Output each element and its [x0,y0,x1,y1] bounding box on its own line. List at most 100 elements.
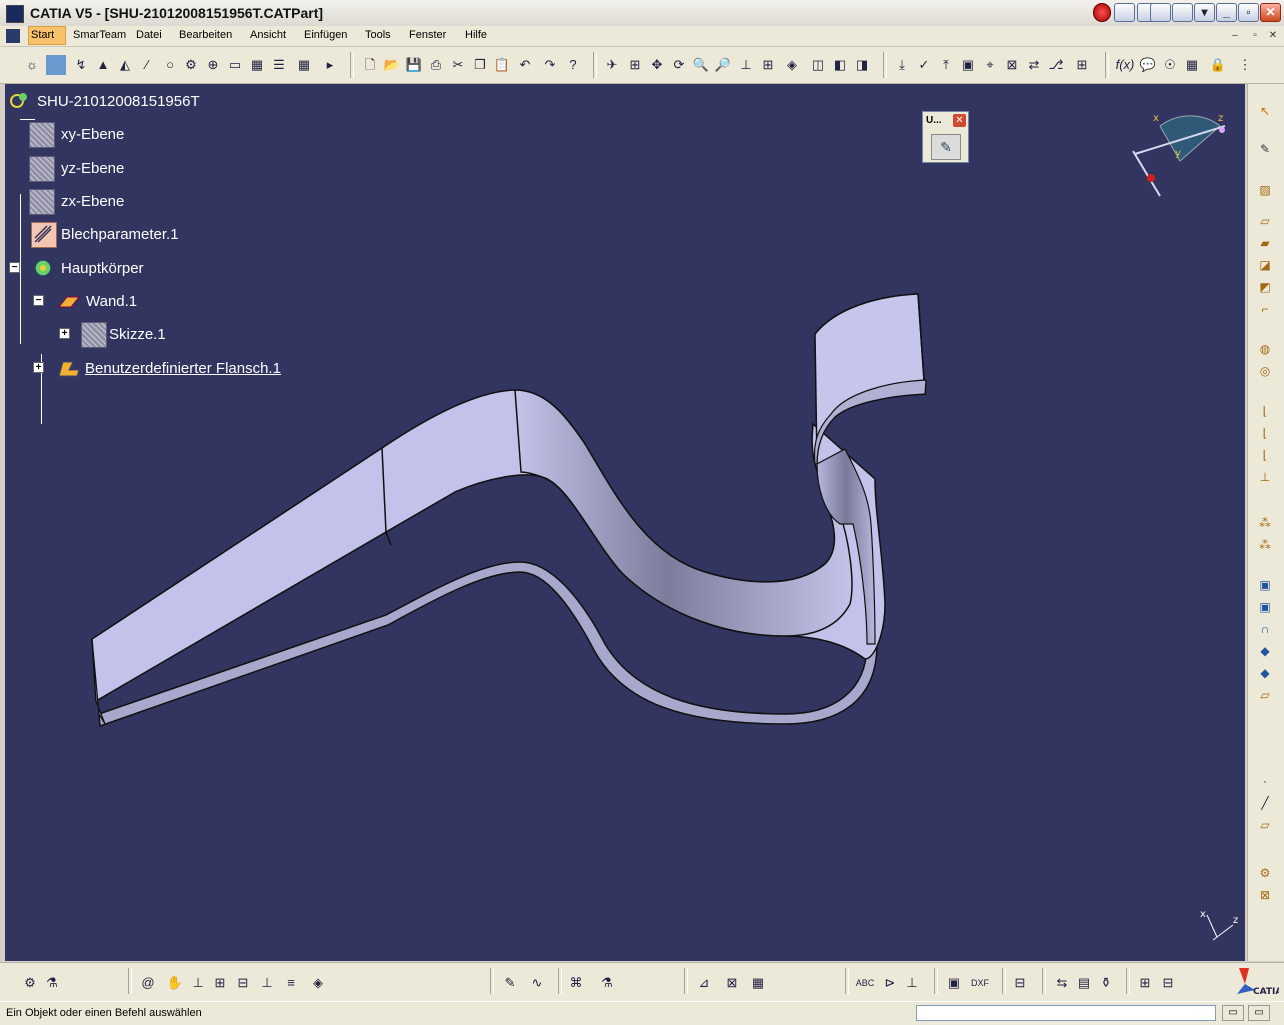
bottle-icon[interactable]: ⚱ [1096,973,1116,993]
table-design-icon[interactable]: ▦ [1182,55,1202,75]
paste-icon[interactable]: 📋 [492,55,512,75]
point-icon[interactable]: · [1256,772,1274,790]
tree-icon[interactable]: ⎇ [1046,55,1066,75]
print-icon[interactable]: ⎙ [426,55,446,75]
rectangle-icon[interactable]: ▭ [225,55,245,75]
collapse-icon[interactable]: − [9,262,20,273]
undo-icon[interactable]: ↶ [515,55,535,75]
maximize-button[interactable]: ▫ [1238,3,1259,22]
grid-icon[interactable]: ▦ [748,973,768,993]
hopper-icon[interactable]: ◩ [1256,278,1274,296]
document-icon[interactable] [6,29,20,43]
rotate-icon[interactable]: ⟳ [669,55,689,75]
new-icon[interactable]: 🗋 [360,55,380,75]
wall-on-edge-icon[interactable]: ▰ [1256,234,1274,252]
box-icon[interactable]: ▣ [958,55,978,75]
close-button[interactable]: ✕ [1260,3,1281,22]
line-icon[interactable]: ╱ [1256,794,1274,812]
grid-icon[interactable]: ▦ [247,55,267,75]
hide-show-icon[interactable]: ◧ [830,55,850,75]
help-icon[interactable]: ? [563,55,583,75]
circle-icon[interactable]: ○ [160,55,180,75]
measure-icon[interactable]: ⊿ [694,973,714,993]
curve-icon[interactable]: ∿ [527,973,547,993]
expand-icon[interactable]: + [33,362,44,373]
stack-icon[interactable]: ≡ [281,973,301,993]
zoom-in-icon[interactable]: 🔍 [691,55,711,75]
stamp-icon[interactable]: ⊥ [902,973,922,993]
swap-space-icon[interactable]: ◨ [852,55,872,75]
sync-icon[interactable]: ⇄ [1024,55,1044,75]
options-icon[interactable]: ⋮ [1235,55,1255,75]
mirror-icon[interactable]: ⁂ [1256,536,1274,554]
grid-pattern-icon[interactable]: ⊠ [1256,886,1274,904]
minimize-button[interactable]: _ [1216,3,1237,22]
settings-icon[interactable]: ⚙ [20,973,40,993]
command-history-button[interactable]: ▭ [1222,1005,1244,1021]
list-icon[interactable]: ☰ [269,55,289,75]
floating-toolbar[interactable]: U... ✕ ✎ [922,111,969,163]
swap-icon[interactable]: ⇆ [1052,973,1072,993]
annotation-icon[interactable]: ⊳ [880,973,900,993]
comment-icon[interactable]: 💬 [1138,55,1158,75]
body-icon[interactable]: ⚙ [1256,864,1274,882]
parameters-icon[interactable]: ▨ [1256,181,1274,199]
knowledge-icon[interactable]: ☉ [1160,55,1180,75]
expand-icon[interactable]: + [59,328,70,339]
plane-option-icon[interactable]: ⊟ [233,973,253,993]
menu-tools[interactable]: Tools [365,29,391,41]
fit-all-icon[interactable]: ⊞ [625,55,645,75]
bend-icon[interactable]: ⌊ [1256,402,1274,420]
pattern-icon[interactable]: ⁂ [1256,514,1274,532]
cascade-icon[interactable] [1172,3,1193,22]
menu-start[interactable]: Start [31,29,54,41]
sketcher-icon[interactable]: ✎ [1256,140,1274,158]
table-icon[interactable]: ▦ [294,55,314,75]
bridge-icon[interactable]: ▱ [1256,686,1274,704]
open-icon[interactable]: 📂 [382,55,402,75]
multi-view-icon[interactable]: ⊞ [758,55,778,75]
gear-icon[interactable]: ⚙ [181,55,201,75]
render-style-icon[interactable]: ◫ [808,55,828,75]
fold-icon[interactable]: ⤒ [936,55,956,75]
scan-icon[interactable]: ⌖ [980,55,1000,75]
measure-icon[interactable]: ⁄ [137,55,157,75]
abc-icon[interactable]: ABC [855,973,875,993]
ruler-icon[interactable]: ▤ [1074,973,1094,993]
dropdown-icon[interactable]: ▾ [1194,3,1215,22]
plane-icon[interactable]: ▱ [1256,816,1274,834]
knowledge-icon[interactable]: ⊟ [1010,973,1030,993]
dxf-icon[interactable]: DXF [970,973,990,993]
bead-icon[interactable]: ▣ [1256,598,1274,616]
cutout-icon[interactable]: ◍ [1256,340,1274,358]
lock-icon[interactable]: 🔒 [1208,55,1228,75]
spiral-icon[interactable]: @ [138,973,158,993]
constraint-icon[interactable]: ⊞ [210,973,230,993]
point-to-point-icon[interactable]: ⊥ [1256,468,1274,486]
table-icon[interactable]: ⊞ [1135,973,1155,993]
command-options-button[interactable]: ▭ [1248,1005,1270,1021]
more-arrow-icon[interactable]: ▸ [320,55,340,75]
menu-hilfe[interactable]: Hilfe [465,29,487,41]
hole-icon[interactable]: ◎ [1256,362,1274,380]
stamp-icon[interactable]: ⊠ [1002,55,1022,75]
menu-fenster[interactable]: Fenster [409,29,446,41]
hand-icon[interactable]: ✋ [165,973,185,993]
curve-stamp-icon[interactable]: ∩ [1256,620,1274,638]
save-icon[interactable]: 💾 [404,55,424,75]
iso-view-icon[interactable]: ◈ [782,55,802,75]
layout-icon[interactable]: ⊟ [1158,973,1178,993]
collapse-icon[interactable]: − [33,295,44,306]
redo-icon[interactable]: ↷ [540,55,560,75]
sun-icon[interactable]: ☼ [22,55,42,75]
material-icon[interactable]: ⚗ [597,973,617,993]
prism-icon[interactable]: ◭ [115,55,135,75]
layout-icon[interactable]: ⊞ [1072,55,1092,75]
catia-app-icon[interactable] [6,5,24,23]
copy-icon[interactable]: ❐ [470,55,490,75]
doc-restore-button[interactable]: ▫ [1248,30,1262,42]
formula-icon[interactable]: f(x) [1115,55,1135,75]
analysis-icon[interactable]: ⌘ [566,973,586,993]
menu-bearbeiten[interactable]: Bearbeiten [179,29,232,41]
close-icon[interactable]: ✕ [953,114,966,127]
